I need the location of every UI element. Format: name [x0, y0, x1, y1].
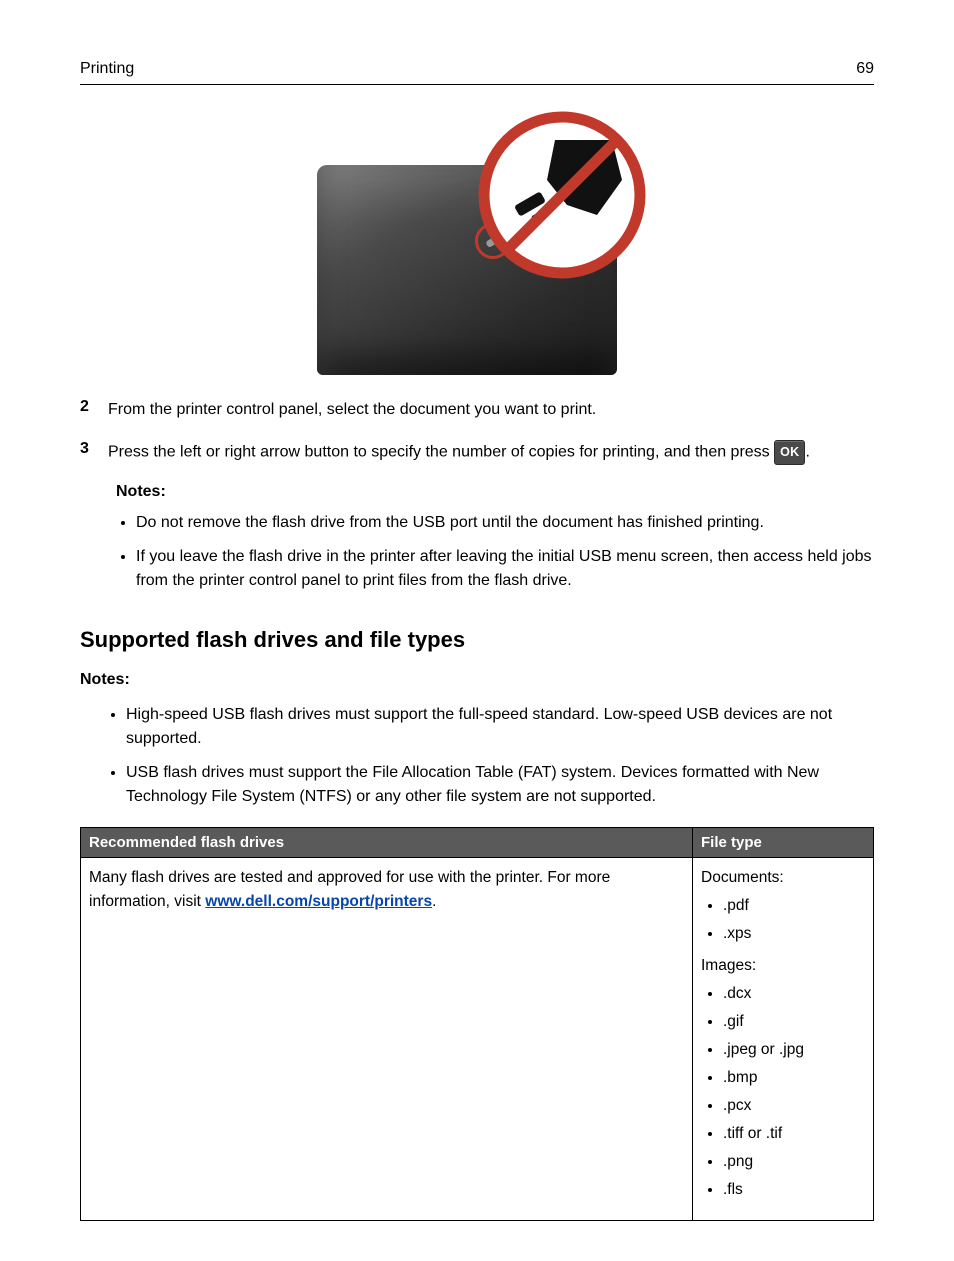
step-3: 3 Press the left or right arrow button t…	[80, 440, 874, 465]
step-notes-list: Do not remove the flash drive from the U…	[136, 511, 874, 593]
header-page-number: 69	[856, 60, 874, 78]
step-3-prefix: Press the left or right arrow button to …	[108, 444, 774, 461]
list-item: If you leave the flash drive in the prin…	[136, 545, 874, 593]
list-item: High-speed USB flash drives must support…	[126, 703, 874, 751]
list-item: .jpeg or .jpg	[723, 1038, 865, 1062]
images-label: Images:	[701, 954, 865, 978]
list-item: .pdf	[723, 894, 865, 918]
printer-illustration	[80, 115, 874, 380]
filetype-cell: Documents: .pdf .xps Images: .dcx .gif .…	[693, 857, 874, 1220]
section-heading: Supported flash drives and file types	[80, 627, 874, 653]
list-item: USB flash drives must support the File A…	[126, 761, 874, 809]
images-list: .dcx .gif .jpeg or .jpg .bmp .pcx .tiff …	[723, 982, 865, 1202]
ok-button-icon: OK	[774, 440, 805, 465]
drives-cell: Many flash drives are tested and approve…	[81, 857, 693, 1220]
table-row: Many flash drives are tested and approve…	[81, 857, 874, 1220]
section-notes-list: High-speed USB flash drives must support…	[126, 703, 874, 809]
list-item: .xps	[723, 922, 865, 946]
step-number: 2	[80, 398, 108, 422]
list-item: .png	[723, 1150, 865, 1174]
header-section: Printing	[80, 60, 134, 78]
step-notes-title: Notes:	[116, 483, 874, 501]
list-item: .gif	[723, 1010, 865, 1034]
page-header: Printing 69	[80, 60, 874, 85]
list-item: .fls	[723, 1178, 865, 1202]
step-text: Press the left or right arrow button to …	[108, 440, 874, 465]
list-item: .dcx	[723, 982, 865, 1006]
list-item: .bmp	[723, 1066, 865, 1090]
step-number: 3	[80, 440, 108, 465]
supported-types-table: Recommended flash drives File type Many …	[80, 827, 874, 1221]
list-item: .tiff or .tif	[723, 1122, 865, 1146]
step-2: 2 From the printer control panel, select…	[80, 398, 874, 422]
list-item: .pcx	[723, 1094, 865, 1118]
documents-list: .pdf .xps	[723, 894, 865, 946]
list-item: Do not remove the flash drive from the U…	[136, 511, 874, 535]
step-text: From the printer control panel, select t…	[108, 398, 874, 422]
support-link[interactable]: www.dell.com/support/printers	[205, 893, 432, 910]
table-header-filetype: File type	[693, 827, 874, 857]
section-notes-title: Notes:	[80, 671, 874, 689]
documents-label: Documents:	[701, 866, 865, 890]
step-3-suffix: .	[805, 444, 809, 461]
table-header-drives: Recommended flash drives	[81, 827, 693, 857]
do-not-touch-icon	[477, 110, 647, 280]
drives-tail: .	[432, 893, 436, 910]
